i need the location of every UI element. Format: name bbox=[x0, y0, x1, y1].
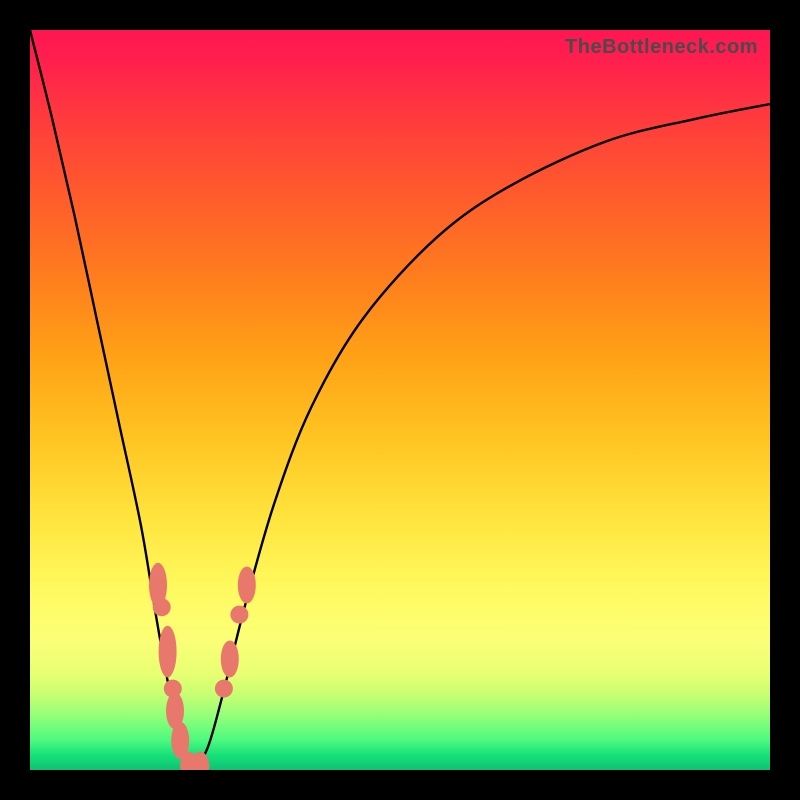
chart-svg bbox=[30, 30, 770, 770]
chart-frame: TheBottleneck.com bbox=[0, 0, 800, 800]
plot-area: TheBottleneck.com bbox=[30, 30, 770, 770]
data-marker bbox=[159, 626, 177, 678]
data-marker bbox=[221, 641, 239, 678]
data-marker bbox=[215, 680, 233, 698]
marker-cluster bbox=[149, 563, 256, 770]
data-marker bbox=[153, 598, 171, 616]
data-marker bbox=[230, 606, 248, 624]
watermark-label: TheBottleneck.com bbox=[565, 36, 758, 59]
data-marker bbox=[238, 567, 256, 604]
bottleneck-curve bbox=[30, 30, 770, 770]
